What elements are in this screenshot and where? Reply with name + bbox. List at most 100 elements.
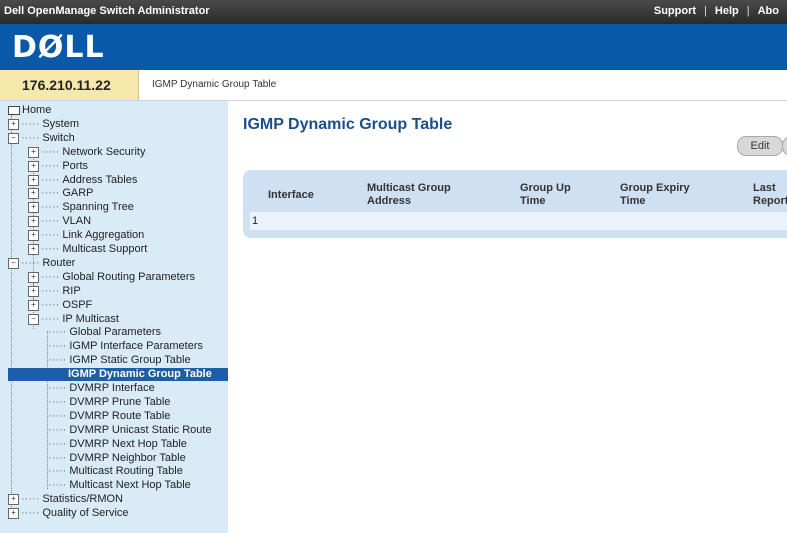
sidebar-item-dvmrp-route-table[interactable]: ····· DVMRP Route Table xyxy=(48,410,170,423)
sidebar-item-label: System xyxy=(42,118,80,130)
page-title: IGMP Dynamic Group Table xyxy=(243,116,453,133)
expand-icon[interactable]: + xyxy=(28,285,39,297)
expand-icon[interactable]: + xyxy=(28,271,39,283)
tree-dash: ····· xyxy=(41,243,60,255)
sidebar-item-ports[interactable]: + ····· Ports xyxy=(28,160,88,173)
sidebar-item-label: Address Tables xyxy=(62,174,138,186)
sidebar-item-label: IP Multicast xyxy=(62,313,119,325)
tree-connector xyxy=(11,115,12,519)
home-icon xyxy=(8,105,20,115)
col-header-interface: Interface xyxy=(268,189,314,201)
sidebar-item-garp[interactable]: + ····· GARP xyxy=(28,187,94,200)
sidebar-item-dvmrp-prune-table[interactable]: ····· DVMRP Prune Table xyxy=(48,396,170,409)
tree-dash: ····· xyxy=(48,340,67,352)
sidebar-item-multicast-routing-table[interactable]: ····· Multicast Routing Table xyxy=(48,465,183,478)
sidebar-item-router[interactable]: − ····· Router xyxy=(8,257,75,270)
sidebar-item-ospf[interactable]: + ····· OSPF xyxy=(28,299,92,312)
tree-dash: ····· xyxy=(21,118,40,130)
expand-icon[interactable]: + xyxy=(28,299,39,311)
sidebar-item-multicast-support[interactable]: + ····· Multicast Support xyxy=(28,243,147,256)
tree-dash: ····· xyxy=(48,479,67,491)
sidebar-item-network-security[interactable]: + ····· Network Security xyxy=(28,146,145,159)
expand-icon[interactable]: + xyxy=(28,187,39,199)
sidebar-item-dvmrp-neighbor-table[interactable]: ····· DVMRP Neighbor Table xyxy=(48,452,186,465)
secondary-button[interactable] xyxy=(782,136,787,156)
expand-icon[interactable]: + xyxy=(28,146,39,158)
sidebar-item-system[interactable]: + ····· System xyxy=(8,118,79,131)
device-ip: 176.210.11.22 xyxy=(22,77,111,93)
tree-dash: ····· xyxy=(48,396,67,408)
sidebar-item-label: Ports xyxy=(62,160,89,172)
expand-icon[interactable]: + xyxy=(8,118,19,130)
tree-dash: ····· xyxy=(48,452,67,464)
sidebar-item-statistics-rmon[interactable]: + ····· Statistics/RMON xyxy=(8,493,123,506)
sidebar-item-igmp-dynamic-group-table[interactable]: IGMP Dynamic Group Table xyxy=(8,368,228,381)
sidebar-item-home[interactable]: Home xyxy=(8,104,51,117)
sidebar-item-spanning-tree[interactable]: + ····· Spanning Tree xyxy=(28,201,134,214)
sidebar-item-rip[interactable]: + ····· RIP xyxy=(28,285,81,298)
top-bar: Dell OpenManage Switch Administrator Sup… xyxy=(0,0,787,24)
tree-dash: ····· xyxy=(21,493,40,505)
edit-button[interactable]: Edit xyxy=(737,136,783,156)
expand-icon[interactable]: + xyxy=(28,243,39,255)
tree-dash: ····· xyxy=(48,465,67,477)
sidebar-item-address-tables[interactable]: + ····· Address Tables xyxy=(28,174,137,187)
expand-icon[interactable]: + xyxy=(28,201,39,213)
sidebar-item-label: Global Routing Parameters xyxy=(62,271,196,283)
collapse-icon[interactable]: − xyxy=(28,313,39,325)
sidebar-item-label: IGMP Interface Parameters xyxy=(69,340,204,352)
col-header-last-reporter: Last Reporter xyxy=(753,182,787,207)
sidebar-item-label: IGMP Dynamic Group Table xyxy=(68,368,212,380)
sidebar-item-label: Spanning Tree xyxy=(62,201,134,213)
tree-dash: ····· xyxy=(48,410,67,422)
tree-dash: ····· xyxy=(21,507,40,519)
about-link[interactable]: Abo xyxy=(750,5,787,17)
sidebar-item-label: Multicast Support xyxy=(62,243,148,255)
table-row[interactable] xyxy=(250,212,787,230)
expand-icon[interactable]: + xyxy=(28,215,39,227)
tree-dash: ····· xyxy=(21,132,40,144)
collapse-icon[interactable]: − xyxy=(8,257,19,269)
sidebar-item-dvmrp-interface[interactable]: ····· DVMRP Interface xyxy=(48,382,155,395)
expand-icon[interactable]: + xyxy=(28,160,39,172)
expand-icon[interactable]: + xyxy=(28,229,39,241)
collapse-icon[interactable]: − xyxy=(8,132,19,144)
tree-dash: ····· xyxy=(41,229,60,241)
help-link[interactable]: Help xyxy=(707,5,747,17)
tree-dash: ····· xyxy=(41,174,60,186)
brand-banner: DØLL xyxy=(0,24,787,70)
sidebar-item-link-aggregation[interactable]: + ····· Link Aggregation xyxy=(28,229,144,242)
sidebar-item-ip-multicast[interactable]: − ····· IP Multicast xyxy=(28,313,119,326)
breadcrumb: IGMP Dynamic Group Table xyxy=(152,79,277,90)
sidebar-item-label: RIP xyxy=(62,285,81,297)
sidebar-item-global-parameters[interactable]: ····· Global Parameters xyxy=(48,326,161,339)
tree-dash: ····· xyxy=(41,299,60,311)
tree-dash: ····· xyxy=(21,257,40,269)
tree-dash: ····· xyxy=(41,215,60,227)
expand-icon[interactable]: + xyxy=(28,174,39,186)
sidebar-item-label: Statistics/RMON xyxy=(42,493,124,505)
sidebar-item-label: Global Parameters xyxy=(69,326,162,338)
expand-icon[interactable]: + xyxy=(8,493,19,505)
tree-dash: ····· xyxy=(41,271,60,283)
sidebar-item-switch[interactable]: − ····· Switch xyxy=(8,132,75,145)
tree-dash: ····· xyxy=(48,382,67,394)
sidebar-item-label: DVMRP Next Hop Table xyxy=(69,438,187,450)
sidebar-item-igmp-interface-parameters[interactable]: ····· IGMP Interface Parameters xyxy=(48,340,203,353)
sidebar-item-label: DVMRP Unicast Static Route xyxy=(69,424,212,436)
sidebar-item-vlan[interactable]: + ····· VLAN xyxy=(28,215,91,228)
col-header-group-up-time: Group Up Time xyxy=(520,182,571,207)
sidebar-item-multicast-next-hop-table[interactable]: ····· Multicast Next Hop Table xyxy=(48,479,191,492)
sidebar-item-label: Router xyxy=(42,257,76,269)
sidebar-item-global-routing-parameters[interactable]: + ····· Global Routing Parameters xyxy=(28,271,195,284)
expand-icon[interactable]: + xyxy=(8,507,19,519)
sidebar-item-quality-of-service[interactable]: + ····· Quality of Service xyxy=(8,507,129,520)
sidebar-item-label: Quality of Service xyxy=(42,507,129,519)
sidebar-item-dvmrp-unicast-static-route[interactable]: ····· DVMRP Unicast Static Route xyxy=(48,424,212,437)
support-link[interactable]: Support xyxy=(646,5,704,17)
sidebar-item-igmp-static-group-table[interactable]: ····· IGMP Static Group Table xyxy=(48,354,191,367)
tree-dash: ····· xyxy=(41,160,60,172)
tree-dash: ····· xyxy=(48,326,67,338)
row-index: 1 xyxy=(252,215,259,227)
sidebar-item-dvmrp-next-hop-table[interactable]: ····· DVMRP Next Hop Table xyxy=(48,438,187,451)
